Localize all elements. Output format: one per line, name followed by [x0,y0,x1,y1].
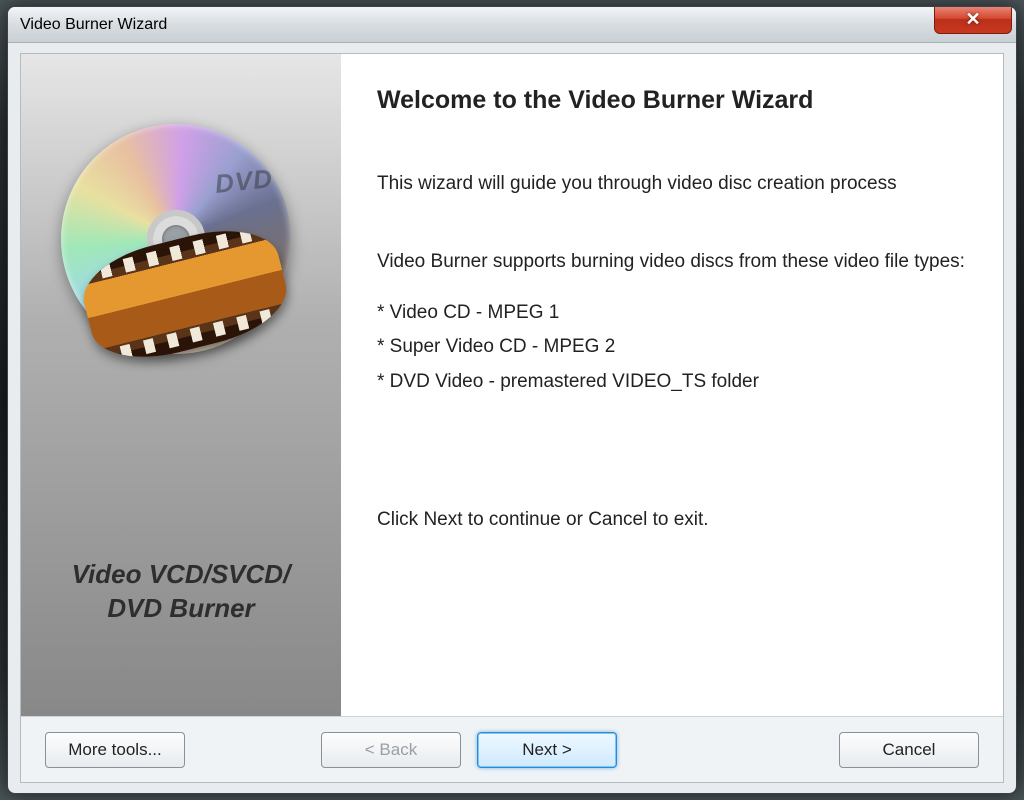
wizard-graphic: DVD [61,124,301,364]
format-list: * Video CD - MPEG 1 * Super Video CD - M… [377,299,967,397]
window-title: Video Burner Wizard [20,16,167,34]
titlebar[interactable]: Video Burner Wizard ✕ [8,7,1016,43]
wizard-footer: More tools... < Back Next > Cancel [21,716,1003,782]
content-row: DVD Video VCD/SVCD/ DVD Burner Welcome t… [21,54,1003,716]
client-area: DVD Video VCD/SVCD/ DVD Burner Welcome t… [20,53,1004,783]
format-item: * DVD Video - premastered VIDEO_TS folde… [377,368,967,397]
next-button[interactable]: Next > [477,732,617,768]
wizard-window: Video Burner Wizard ✕ DVD Video VCD/SVCD… [7,6,1017,794]
format-item: * Super Video CD - MPEG 2 [377,333,967,362]
more-tools-button[interactable]: More tools... [45,732,185,768]
close-button[interactable]: ✕ [934,6,1012,34]
back-button: < Back [321,732,461,768]
format-item: * Video CD - MPEG 1 [377,299,967,328]
page-heading: Welcome to the Video Burner Wizard [377,82,967,120]
dvd-label: DVD [214,163,275,200]
intro-text: This wizard will guide you through video… [377,170,967,199]
side-caption: Video VCD/SVCD/ DVD Burner [62,558,301,626]
side-caption-line2: DVD Burner [72,592,291,626]
cancel-button[interactable]: Cancel [839,732,979,768]
supports-intro: Video Burner supports burning video disc… [377,248,967,277]
main-panel: Welcome to the Video Burner Wizard This … [341,54,1003,716]
close-icon: ✕ [965,9,980,30]
side-caption-line1: Video VCD/SVCD/ [72,558,291,592]
continue-hint: Click Next to continue or Cancel to exit… [377,506,967,535]
side-panel: DVD Video VCD/SVCD/ DVD Burner [21,54,341,716]
